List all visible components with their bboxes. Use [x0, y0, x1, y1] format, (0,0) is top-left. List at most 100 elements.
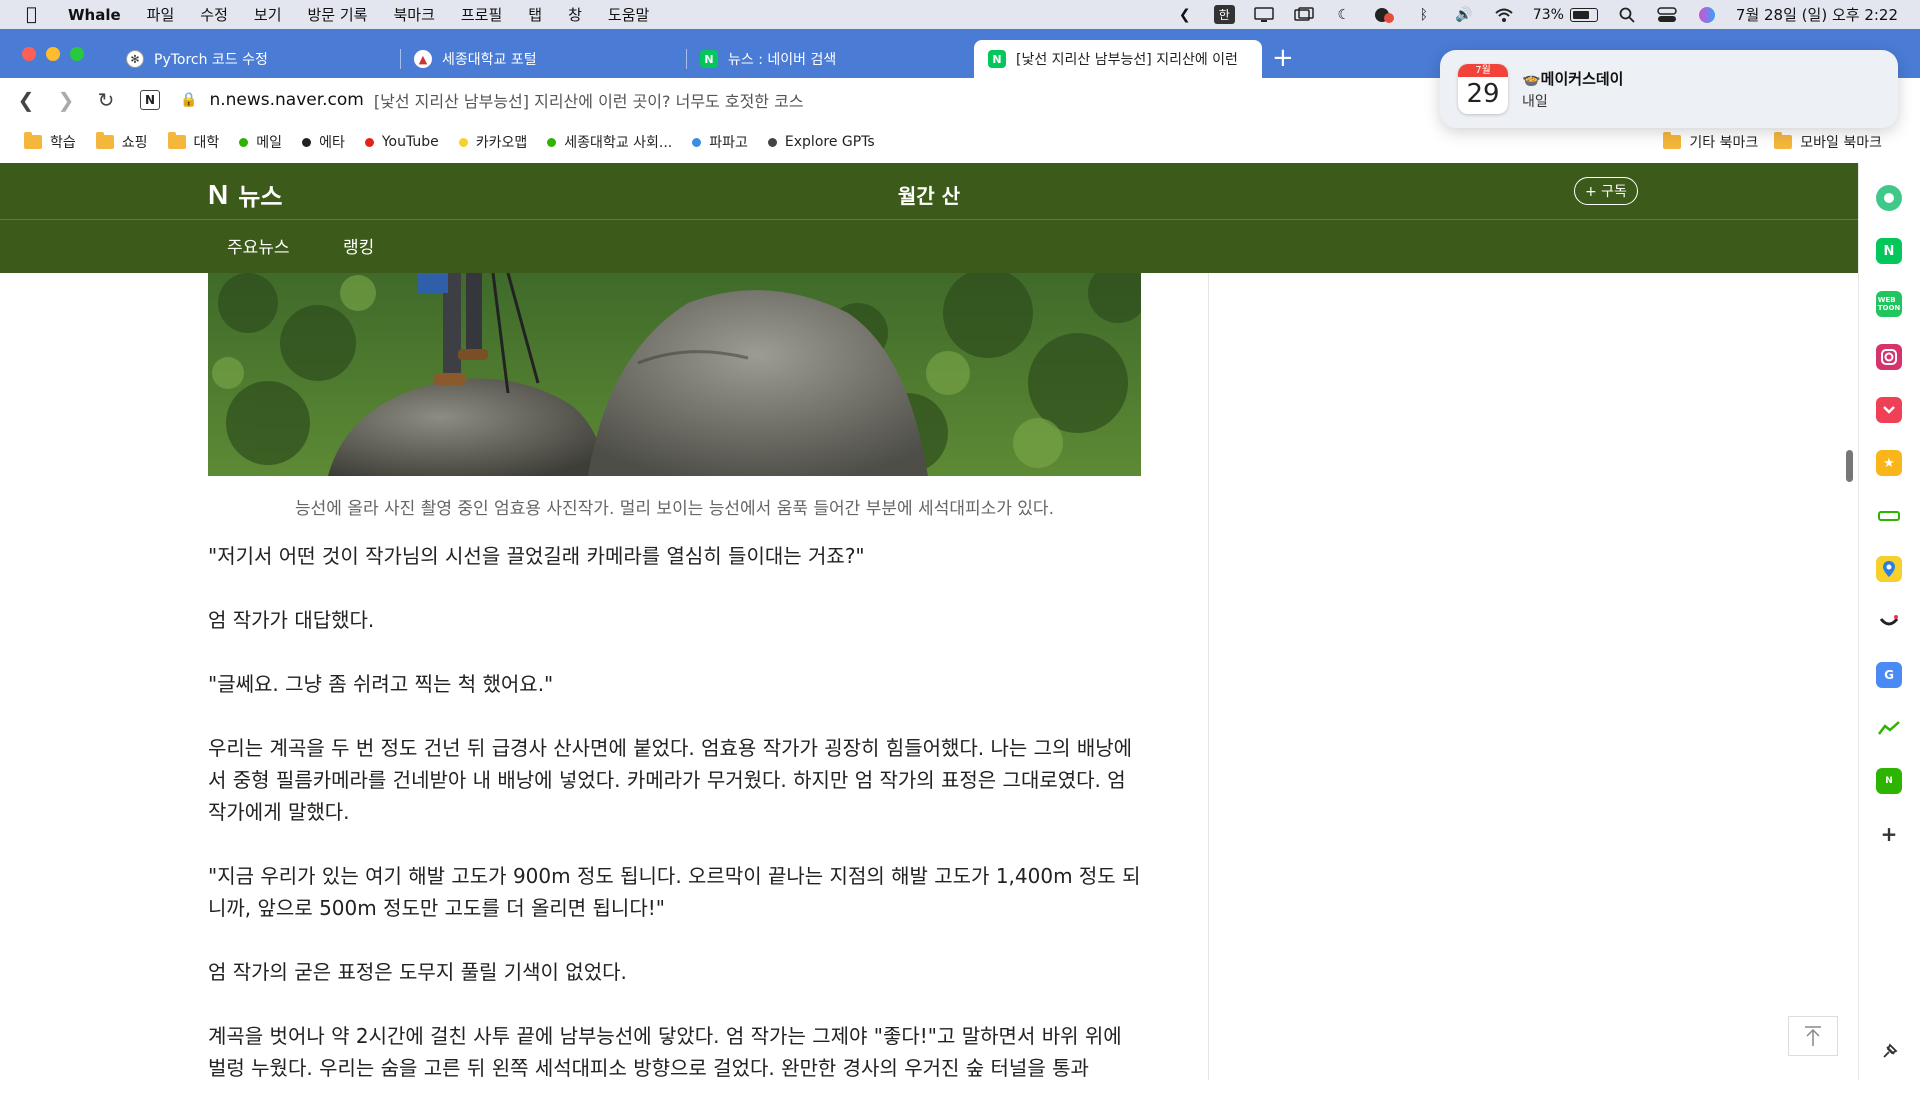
apple-menu-icon[interactable]: : [26, 4, 46, 25]
input-source-indicator[interactable]: 한: [1213, 5, 1235, 24]
volume-icon[interactable]: 🔊: [1453, 7, 1475, 23]
tab-naver-search[interactable]: N 뉴스 : 네이버 검색: [686, 40, 850, 78]
scroll-to-top-button[interactable]: [1788, 1016, 1838, 1056]
battery-indicator[interactable]: 73%: [1533, 7, 1598, 23]
battery-icon: [1569, 7, 1598, 22]
bookmark-item[interactable]: 세종대학교 사회...: [547, 132, 672, 152]
search-icon[interactable]: [1616, 7, 1638, 23]
webtoon-icon[interactable]: WEB TOON: [1876, 291, 1902, 317]
plus-icon[interactable]: +: [1876, 821, 1902, 847]
bookmark-favicon-icon: [239, 137, 249, 147]
naver-news-logo[interactable]: N 뉴스: [208, 177, 282, 212]
folder-icon: [1774, 132, 1793, 149]
bookmark-favicon-icon: [767, 137, 777, 147]
chat-notification-icon[interactable]: [1373, 7, 1395, 23]
bluetooth-icon[interactable]: ᛒ: [1413, 7, 1435, 23]
news-header: 월간 산 N 뉴스 + 구독 주요뉴스 랭킹: [0, 163, 1858, 273]
url-domain[interactable]: n.news.naver.com: [209, 90, 363, 110]
zoom-window-button[interactable]: [70, 47, 84, 61]
chatgpt-icon: ✻: [126, 50, 144, 68]
naver-home-icon[interactable]: N: [140, 89, 160, 110]
header-divider: [0, 219, 1858, 220]
folder-icon: [24, 132, 42, 149]
bookmark-item[interactable]: 대학: [167, 132, 220, 152]
folder-icon: [1663, 132, 1682, 149]
bar-icon[interactable]: [1876, 503, 1902, 529]
lock-icon[interactable]: 🔒: [180, 92, 197, 108]
bookmark-label: 쇼핑: [121, 135, 148, 151]
article-photo[interactable]: [208, 273, 1141, 476]
bookmark-item[interactable]: YouTube: [364, 134, 439, 150]
star-icon[interactable]: ★: [1876, 450, 1902, 476]
display-icon[interactable]: [1253, 6, 1275, 23]
pin-icon[interactable]: [1876, 1039, 1902, 1065]
shopping-icon[interactable]: N: [1876, 768, 1902, 794]
bookmark-folder[interactable]: 기타 북마크: [1663, 132, 1758, 152]
naver-icon[interactable]: N: [1876, 238, 1902, 264]
calendar-notification[interactable]: 7월 29 🍲메이커스데이 내일: [1440, 50, 1898, 128]
page-scrollbar-thumb[interactable]: [1846, 450, 1853, 482]
subscribe-button[interactable]: + 구독: [1574, 177, 1638, 205]
control-center-icon[interactable]: [1656, 6, 1678, 23]
menu-help[interactable]: 도움말: [608, 4, 649, 25]
chevron-left-icon[interactable]: ❮: [1174, 7, 1196, 23]
bookmark-item[interactable]: 파파고: [692, 132, 748, 152]
tab-sejong-portal[interactable]: ▲ 세종대학교 포털: [400, 40, 551, 78]
close-window-button[interactable]: [22, 47, 36, 61]
bookmark-item[interactable]: 쇼핑: [95, 132, 148, 152]
smile-icon[interactable]: [1876, 609, 1902, 635]
new-tab-button[interactable]: +: [1272, 43, 1294, 73]
wifi-icon[interactable]: [1493, 7, 1515, 23]
bookmark-label: 메일: [256, 135, 283, 151]
bookmark-item[interactable]: 에타: [302, 132, 345, 152]
tab-active-article[interactable]: N [낯선 지리산 남부능선] 지리산에 이런: [974, 40, 1262, 78]
menu-file[interactable]: 파일: [147, 4, 175, 25]
instagram-icon[interactable]: [1876, 344, 1902, 370]
translate-icon[interactable]: G: [1876, 662, 1902, 688]
menubar-clock[interactable]: 7월 28일 (일) 오후 2:22: [1736, 4, 1898, 25]
menu-window[interactable]: 창: [568, 4, 582, 25]
bookmark-item[interactable]: 메일: [239, 132, 282, 152]
chart-icon[interactable]: [1876, 715, 1902, 741]
bookmark-favicon-icon: [458, 137, 468, 147]
reload-button[interactable]: ↻: [86, 88, 126, 112]
pocket-icon[interactable]: [1876, 397, 1902, 423]
screen-mirroring-icon[interactable]: [1293, 6, 1315, 23]
menu-tab[interactable]: 탭: [528, 4, 542, 25]
tab-main-news[interactable]: 주요뉴스: [227, 233, 290, 258]
menu-app-name[interactable]: Whale: [68, 6, 121, 24]
news-section-label: 뉴스: [238, 183, 283, 211]
bookmark-item[interactable]: 학습: [24, 132, 76, 152]
menu-history[interactable]: 방문 기록: [308, 4, 368, 25]
tab-title: 세종대학교 포털: [442, 52, 537, 68]
whale-sidebar: N WEB TOON ★ G N +: [1858, 163, 1920, 1080]
macos-menubar:  Whale 파일 수정 보기 방문 기록 북마크 프로필 탭 창 도움말 ❮…: [0, 0, 1920, 29]
bookmark-label: 모바일 북마크: [1800, 135, 1882, 151]
menu-view[interactable]: 보기: [254, 4, 282, 25]
map-pin-icon[interactable]: [1876, 556, 1902, 582]
url-page-title[interactable]: [낯선 지리산 남부능선] 지리산에 이런 곳이? 너무도 호젓한 코스: [374, 88, 804, 112]
calendar-day: 29: [1466, 79, 1500, 109]
back-button[interactable]: ❮: [6, 88, 46, 112]
tab-pytorch[interactable]: ✻ PyTorch 코드 수정: [112, 40, 282, 78]
forward-button[interactable]: ❯: [46, 88, 86, 112]
naver-icon: N: [700, 50, 718, 68]
menu-profile[interactable]: 프로필: [461, 4, 502, 25]
menu-edit[interactable]: 수정: [200, 4, 228, 25]
notification-subtitle: 내일: [1522, 93, 1548, 110]
minimize-window-button[interactable]: [46, 47, 60, 61]
whale-green-icon[interactable]: [1876, 185, 1902, 211]
tab-title: [낯선 지리산 남부능선] 지리산에 이런: [1016, 52, 1238, 68]
menu-bookmarks[interactable]: 북마크: [393, 4, 434, 25]
bookmark-item[interactable]: 카카오맵: [458, 132, 527, 152]
bookmark-label: 대학: [193, 135, 220, 151]
bookmark-item[interactable]: Explore GPTs: [767, 134, 875, 150]
bookmark-label: 파파고: [709, 135, 748, 151]
tab-title: 뉴스 : 네이버 검색: [728, 52, 837, 68]
tab-ranking[interactable]: 랭킹: [343, 233, 374, 258]
siri-icon[interactable]: [1696, 6, 1718, 23]
moon-icon[interactable]: ☾: [1333, 7, 1355, 23]
menubar-status-area: ❮ 한 ☾ ᛒ 🔊 73% 7월 28일 (일) 오후 2:22: [1174, 0, 1898, 29]
bookmark-folder[interactable]: 모바일 북마크: [1774, 132, 1882, 152]
bookmark-favicon-icon: [692, 137, 702, 147]
